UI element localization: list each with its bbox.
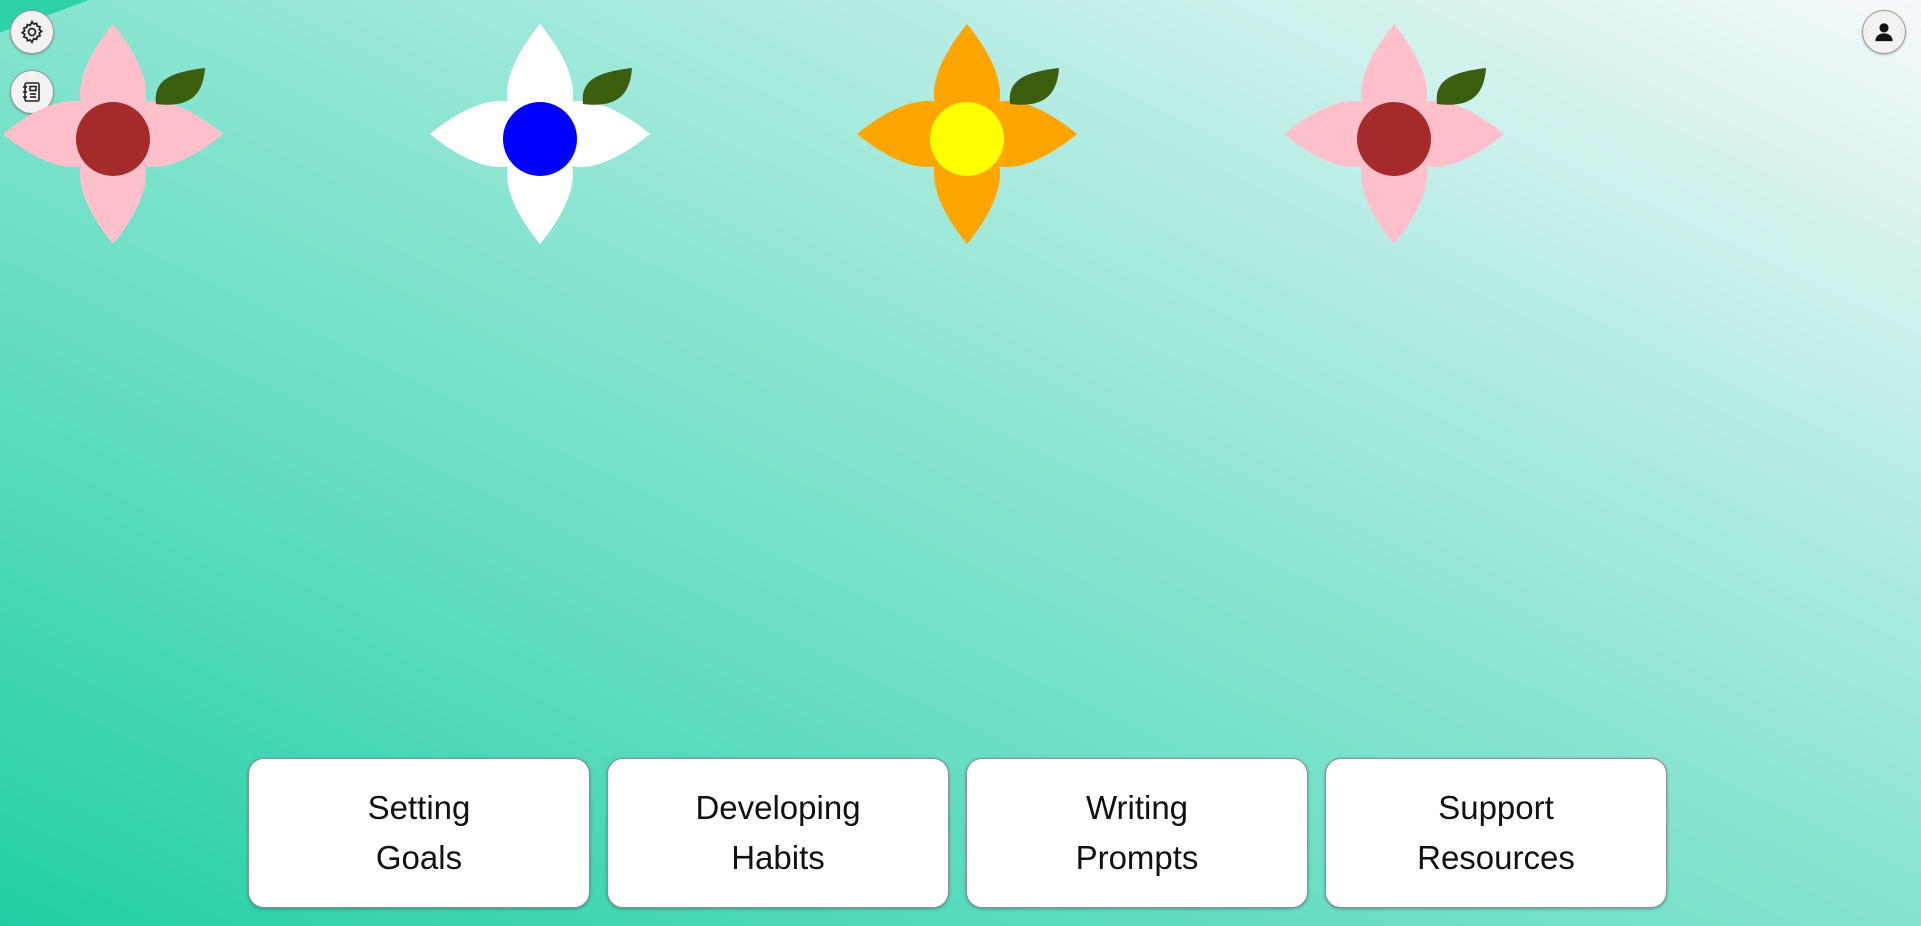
- support-resources-button[interactable]: Support Resources: [1325, 758, 1667, 908]
- menu-label-line1: Writing: [1085, 789, 1189, 826]
- flower-leaf: [155, 68, 205, 105]
- menu-label-line1: Support: [1438, 789, 1554, 826]
- user-icon: [1875, 23, 1893, 42]
- flower-center: [1357, 102, 1431, 176]
- menu-label-line2: Resources: [1417, 839, 1575, 876]
- menu-label-line2: Prompts: [1075, 839, 1199, 876]
- flower-leaf: [1009, 68, 1059, 105]
- flower-graphic: [1284, 24, 1504, 244]
- flower-graphic: [3, 24, 223, 244]
- flower-leaf: [1436, 68, 1486, 105]
- flower-2: [420, 22, 660, 246]
- menu-label-line1: Developing: [695, 789, 861, 826]
- flower-4: [1274, 22, 1514, 246]
- flower-1: [0, 22, 233, 246]
- menu-label-line1: Setting: [367, 789, 471, 826]
- setting-goals-button[interactable]: Setting Goals: [248, 758, 590, 908]
- flower-center: [76, 102, 150, 176]
- flower-leaf: [582, 68, 632, 105]
- menu-label-line2: Habits: [731, 839, 825, 876]
- flower-center: [503, 102, 577, 176]
- menu-label-line2: Goals: [375, 839, 463, 876]
- profile-button[interactable]: [1862, 10, 1906, 54]
- flower-center: [930, 102, 1004, 176]
- developing-habits-button[interactable]: Developing Habits: [607, 758, 949, 908]
- flower-graphic: [857, 24, 1077, 244]
- writing-prompts-button[interactable]: Writing Prompts: [966, 758, 1308, 908]
- flower-3: [847, 22, 1087, 246]
- topic-menu: Setting Goals Developing Habits Writing …: [248, 758, 1667, 908]
- flower-graphic: [430, 24, 650, 244]
